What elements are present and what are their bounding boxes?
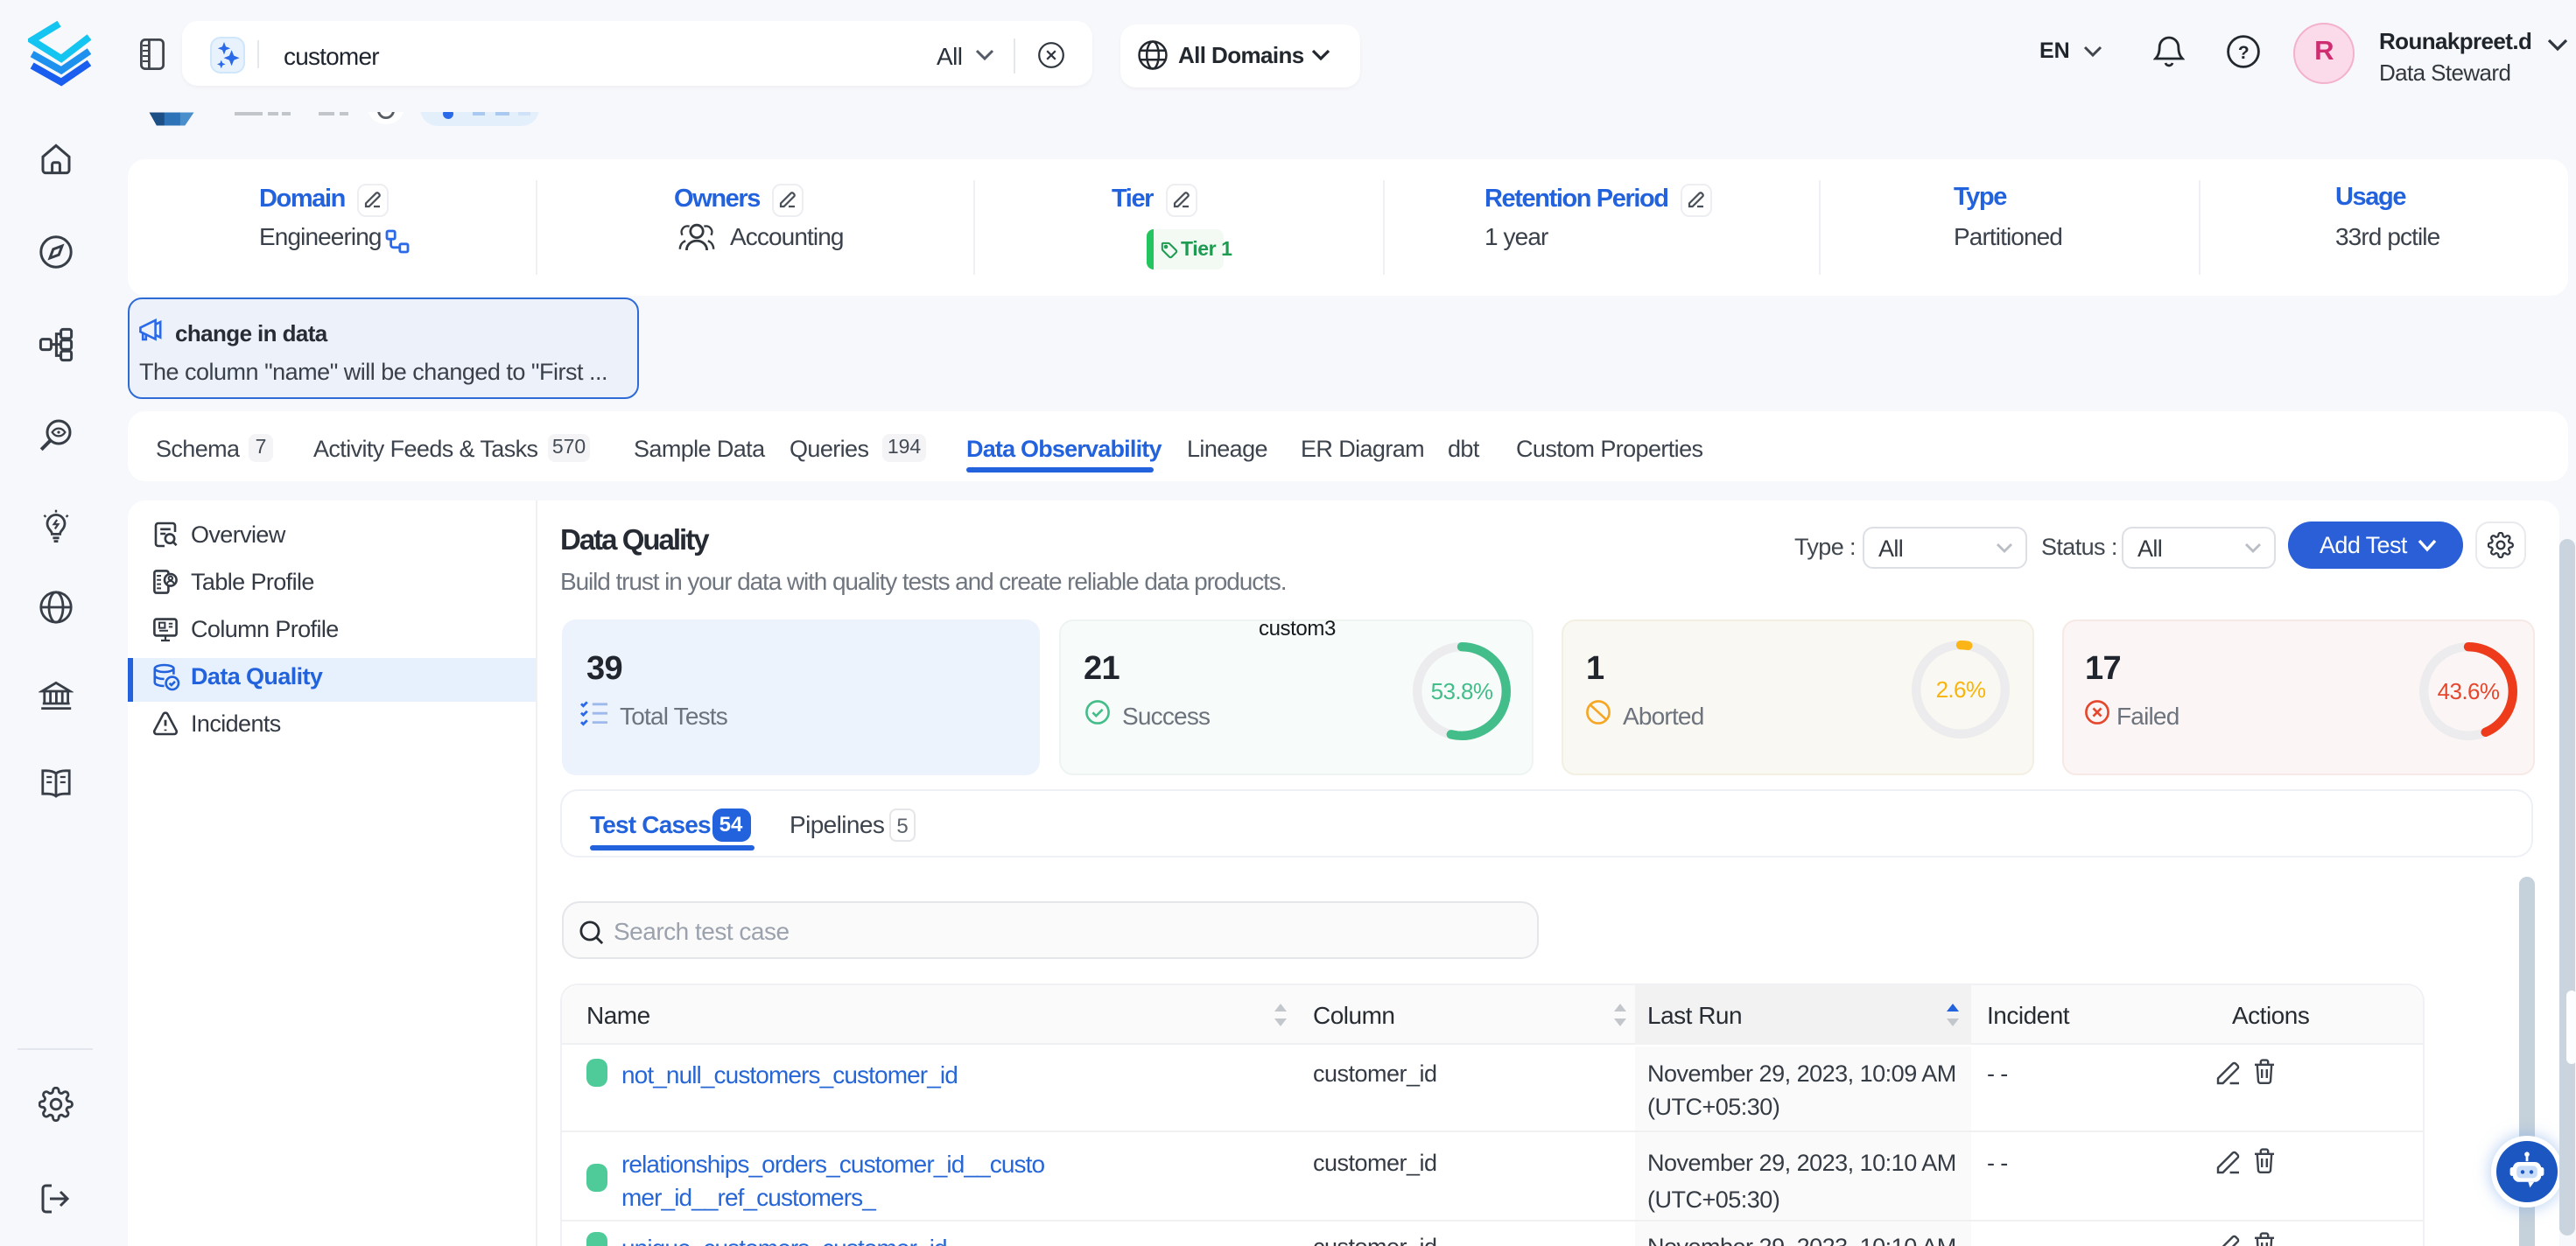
svg-text:?: ? — [2238, 43, 2249, 63]
svg-text:53.8%: 53.8% — [1431, 678, 1493, 704]
svg-text:2.6%: 2.6% — [1936, 676, 1986, 703]
svg-text:43.6%: 43.6% — [2438, 678, 2500, 704]
